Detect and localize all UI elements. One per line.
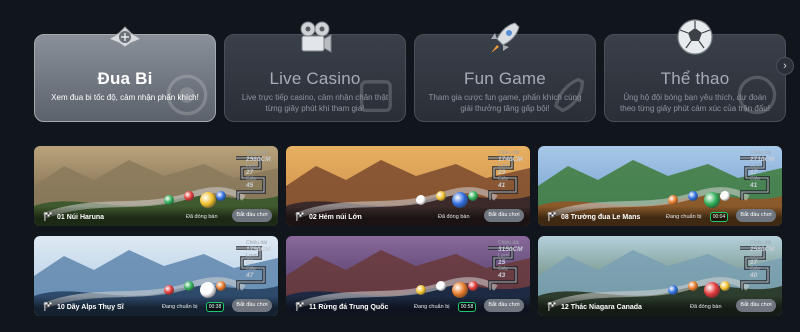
marble-ball — [184, 281, 194, 291]
marble-ball — [688, 191, 698, 201]
track-card[interactable]: Chiều dài 1740CM Lượt 23 Giây 41 02 Hẻm núi L… — [286, 146, 530, 226]
checkered-flag-icon — [548, 302, 556, 311]
rocket-icon — [491, 22, 520, 53]
track-name: 11 Rừng đá Trung Quốc — [309, 304, 389, 311]
track-name: 10 Dãy Alps Thụy Sĩ — [57, 304, 124, 311]
track-stats: Chiều dài 1740CM Lượt 23 Giây 41 — [498, 150, 526, 189]
marble-ball — [668, 285, 678, 295]
checkered-flag-icon — [296, 302, 304, 311]
track-name: 08 Trường đua Le Mans — [561, 214, 641, 221]
start-play-button[interactable]: Bắt đầu chơi — [484, 299, 524, 312]
countdown-timer: 00:58 — [458, 302, 476, 312]
track-name: 12 Thác Niagara Canada — [561, 304, 642, 311]
track-stats: Chiều dài 3150CM Lượt 15 Giây 43 — [498, 240, 526, 279]
track-status: Đã đóng bàn — [186, 214, 218, 220]
marble-ball — [416, 285, 426, 295]
marble-ball — [720, 281, 730, 291]
track-stats: Chiều dài 2710CM Lượt 17 Giây 41 — [750, 150, 778, 189]
stat-value: 41 — [750, 181, 758, 189]
countdown-timer: 00:04 — [710, 212, 728, 222]
track-status: Đã đóng bàn — [690, 304, 722, 310]
checkered-flag-icon — [44, 302, 52, 311]
marble-ball — [688, 281, 698, 291]
checkered-flag-icon — [548, 212, 556, 221]
marble-ball — [720, 191, 730, 201]
checkered-flag-icon — [296, 212, 304, 221]
category-title: Live Casino — [269, 69, 361, 88]
track-status: Đang chuẩn bị — [414, 304, 450, 310]
stat-value: 45 — [246, 181, 254, 189]
marble-ball — [436, 191, 446, 201]
track-status: Đang chuẩn bị — [666, 214, 702, 220]
category-title: Đua Bi — [97, 69, 153, 88]
category-desc: Xem đua bi tốc độ, cảm nhận phấn khích! — [51, 93, 199, 102]
countdown-timer: 00:38 — [206, 302, 224, 312]
category-card-live-casino[interactable]: Live Casino Live trực tiếp casino, cảm n… — [224, 21, 406, 122]
track-card[interactable]: Chiều dài 2980CM Lượt 27 Giây 45 01 Núi Harun… — [34, 146, 278, 226]
marble-ball — [184, 191, 194, 201]
marble-ball — [416, 195, 426, 205]
track-status: Đang chuẩn bị — [162, 304, 198, 310]
start-play-button[interactable]: Bắt đầu chơi — [736, 209, 776, 222]
category-card-fun-game[interactable]: Fun Game Tham gia cược fun game, phấn kh… — [414, 22, 596, 122]
track-card[interactable]: Chiều dài 2580CM Lượt 17 Giây 40 12 Thác Niag… — [538, 236, 782, 316]
stat-value: 40 — [750, 271, 758, 279]
track-stats: Chiều dài 2580CM Lượt 17 Giây 40 — [750, 240, 778, 279]
start-play-button[interactable]: Bắt đầu chơi — [232, 299, 272, 312]
marble-ball — [216, 281, 226, 291]
stat-value: 41 — [498, 181, 506, 189]
track-stats: Chiều dài 2980CM Lượt 27 Giây 45 — [246, 150, 274, 189]
category-row: Đua Bi Xem đua bi tốc độ, cảm nhận phấn … — [34, 19, 786, 122]
marble-ball — [216, 191, 226, 201]
stat-value: 47 — [246, 271, 254, 279]
soccer-ball-icon — [677, 19, 713, 55]
category-title: Fun Game — [464, 69, 546, 88]
track-status: Đã đóng bàn — [438, 214, 470, 220]
carousel-next-button[interactable]: › — [776, 57, 794, 75]
marble-ball — [164, 285, 174, 295]
marble-ball — [164, 195, 174, 205]
track-card[interactable]: Chiều dài 1790CM Lượt 23 Giây 47 10 Dãy Alps … — [34, 236, 278, 316]
speed-logo-icon — [107, 26, 143, 48]
marble-ball — [436, 281, 446, 291]
category-desc: Tham gia cược fun game, phấn khích cùng … — [428, 93, 582, 113]
track-card[interactable]: Chiều dài 2710CM Lượt 17 Giây 41 08 Trường đu… — [538, 146, 782, 226]
category-card-dua-bi[interactable]: Đua Bi Xem đua bi tốc độ, cảm nhận phấn … — [34, 26, 216, 122]
category-desc: Ủng hộ đội bóng bạn yêu thích, dự đoán t… — [620, 93, 770, 113]
camera-icon — [300, 21, 332, 53]
stat-value: 43 — [498, 271, 506, 279]
track-name: 02 Hẻm núi Lớn — [309, 214, 362, 221]
category-card-the-thao[interactable]: Thể thao Ủng hộ đội bóng bạn yêu thích, … — [604, 19, 786, 122]
track-name: 01 Núi Haruna — [57, 214, 105, 221]
track-stats: Chiều dài 1790CM Lượt 23 Giây 47 — [246, 240, 274, 279]
start-play-button[interactable]: Bắt đầu chơi — [484, 209, 524, 222]
track-card[interactable]: Chiều dài 3150CM Lượt 15 Giây 43 11 Rừng đá T… — [286, 236, 530, 316]
start-play-button[interactable]: Bắt đầu chơi — [736, 299, 776, 312]
marble-ball — [468, 281, 478, 291]
marble-ball — [668, 195, 678, 205]
marble-ball — [468, 191, 478, 201]
start-play-button[interactable]: Bắt đầu chơi — [232, 209, 272, 222]
category-title: Thể thao — [660, 69, 730, 88]
checkered-flag-icon — [44, 212, 52, 221]
category-desc: Live trực tiếp casino, cảm nhận chân thậ… — [241, 93, 389, 113]
